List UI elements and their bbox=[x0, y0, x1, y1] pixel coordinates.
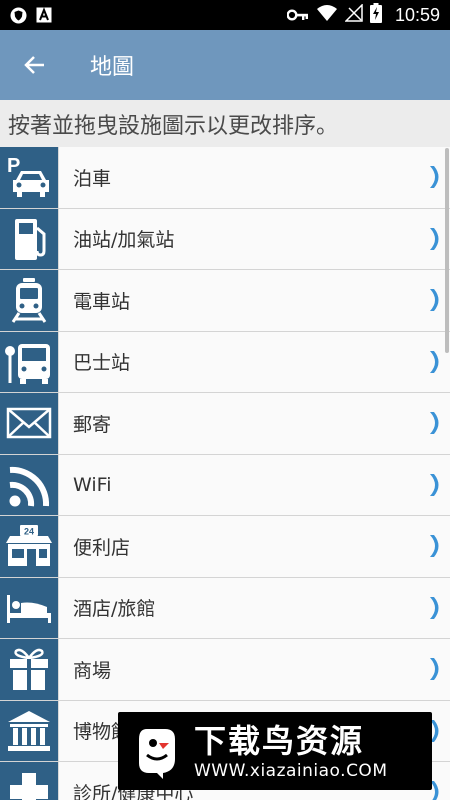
clock: 10:59 bbox=[394, 4, 440, 25]
list-item-label: 油站/加氣站 bbox=[73, 229, 175, 252]
drag-handle[interactable] bbox=[0, 208, 59, 269]
drag-handle[interactable] bbox=[0, 270, 59, 331]
drag-handle[interactable] bbox=[0, 700, 59, 761]
list-item-label: 泊車 bbox=[73, 167, 112, 190]
bus-stop-icon bbox=[5, 343, 50, 384]
wifi-icon bbox=[316, 4, 338, 26]
watermark-banner: 下载鸟资源 WWW.xiazainiao.COM bbox=[118, 712, 432, 790]
arrow-left-icon bbox=[24, 56, 44, 74]
list-item-label: 便利店 bbox=[73, 536, 131, 559]
drag-handle[interactable] bbox=[0, 762, 59, 800]
list-item-label: 商場 bbox=[73, 659, 112, 682]
scrollbar[interactable] bbox=[445, 148, 449, 353]
list-item-label: 郵寄 bbox=[73, 413, 112, 436]
drag-handle[interactable] bbox=[0, 577, 59, 638]
chevron-right-icon[interactable] bbox=[420, 393, 450, 454]
list-item-tram-station[interactable]: 電車站 bbox=[0, 270, 450, 332]
parking-car-icon: P bbox=[7, 155, 49, 198]
gift-box-icon bbox=[10, 648, 48, 691]
drag-handle[interactable] bbox=[0, 331, 59, 392]
museum-icon bbox=[8, 710, 50, 751]
no-signal-icon bbox=[344, 3, 363, 26]
convenience-store-icon: 24 bbox=[6, 525, 52, 567]
watermark-title: 下载鸟资源 bbox=[194, 722, 365, 760]
list-item-label: 酒店/旅館 bbox=[73, 598, 156, 621]
hotel-bed-icon bbox=[7, 594, 51, 623]
back-button[interactable] bbox=[0, 30, 70, 100]
watermark-url: WWW.xiazainiao.COM bbox=[194, 761, 388, 781]
list-item-label: WiFi bbox=[73, 473, 112, 496]
list-item-label: 巴士站 bbox=[73, 352, 131, 375]
facility-list: P 泊車 油站/加氣站 電車站 巴士站 郵寄 WiFi 24 便利店 酒店/旅館… bbox=[0, 147, 450, 800]
list-item-mall[interactable]: 商場 bbox=[0, 639, 450, 701]
envelope-icon bbox=[6, 408, 52, 439]
list-item-wifi[interactable]: WiFi bbox=[0, 454, 450, 516]
drag-handle[interactable]: 24 bbox=[0, 516, 59, 577]
list-item-convenience-store[interactable]: 24 便利店 bbox=[0, 516, 450, 578]
list-item-gas-station[interactable]: 油站/加氣站 bbox=[0, 208, 450, 270]
chevron-right-icon[interactable] bbox=[420, 639, 450, 700]
list-item-parking[interactable]: P 泊車 bbox=[0, 147, 450, 209]
tram-icon bbox=[11, 278, 47, 324]
status-bar: 10:59 bbox=[0, 0, 450, 30]
drag-handle[interactable] bbox=[0, 639, 59, 700]
chevron-right-icon[interactable] bbox=[420, 578, 450, 639]
font-a-icon bbox=[35, 7, 52, 24]
drag-handle[interactable] bbox=[0, 393, 59, 454]
medical-cross-icon bbox=[10, 773, 48, 800]
chevron-right-icon[interactable] bbox=[420, 516, 450, 577]
bird-logo-icon bbox=[128, 721, 188, 781]
instruction-text: 按著並拖曳設施圖示以更改排序。 bbox=[0, 100, 450, 148]
wifi-signal-icon bbox=[9, 466, 50, 507]
app-toolbar: 地圖 bbox=[0, 30, 450, 100]
list-item-hotel[interactable]: 酒店/旅館 bbox=[0, 577, 450, 639]
page-title: 地圖 bbox=[90, 55, 135, 80]
fuel-pump-icon bbox=[15, 218, 46, 260]
shield-icon bbox=[10, 7, 27, 24]
drag-handle[interactable] bbox=[0, 454, 59, 515]
chevron-right-icon[interactable] bbox=[420, 455, 450, 516]
list-item-mail[interactable]: 郵寄 bbox=[0, 393, 450, 455]
svg-text:P: P bbox=[7, 155, 20, 177]
list-item-label: 電車站 bbox=[73, 290, 131, 313]
svg-text:24: 24 bbox=[24, 527, 34, 537]
drag-handle[interactable]: P bbox=[0, 147, 59, 208]
list-item-bus-stop[interactable]: 巴士站 bbox=[0, 331, 450, 393]
key-icon bbox=[286, 6, 309, 25]
battery-charging-icon bbox=[369, 3, 382, 27]
